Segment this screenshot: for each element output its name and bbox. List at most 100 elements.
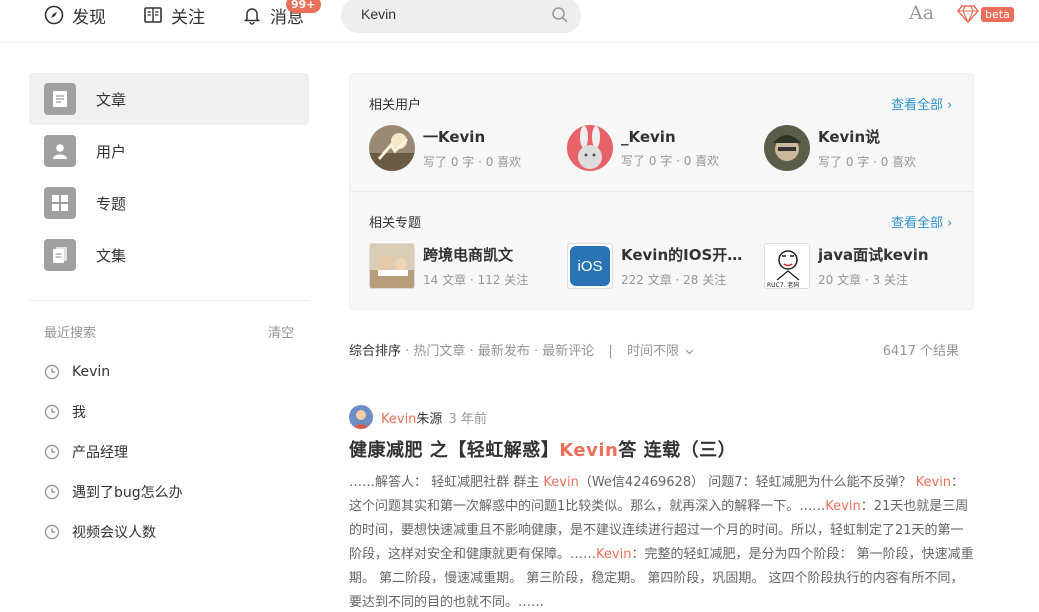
article-author-line: Kevin朱源 3 年前: [349, 405, 974, 429]
clock-icon: [44, 404, 60, 420]
related-user-name: _Kevin: [621, 127, 676, 146]
chevron-down-icon: [685, 349, 694, 355]
related-users-view-all-link[interactable]: 查看全部 ›: [891, 94, 952, 113]
topic-cover: [369, 243, 415, 289]
related-user-card[interactable]: _Kevin 写了 0 字 · 0 喜欢: [567, 124, 757, 172]
abstract-text: ……解答人： 轻虹减肥社群 群主: [349, 475, 544, 490]
search-input[interactable]: [361, 6, 541, 22]
clock-icon: [44, 524, 60, 540]
topic-cover: iOS: [567, 243, 613, 289]
nav-messages[interactable]: 消息 99+: [242, 0, 321, 30]
nav-follow[interactable]: 关注: [143, 0, 205, 30]
related-topics-title: 相关专题: [369, 216, 422, 231]
beta-badge: beta: [981, 6, 1014, 22]
recent-search-text: Kevin: [72, 364, 111, 380]
sort-separator: |: [608, 344, 613, 359]
topic-cover-caption: RUC7. 老码: [767, 282, 800, 289]
sort-bar: 综合排序 · 热门文章 · 最新发布 · 最新评论 | 时间不限 6417 个结…: [349, 340, 959, 359]
menu-item-articles[interactable]: 文章: [29, 73, 309, 125]
bell-icon: [243, 8, 261, 25]
result-count: 6417 个结果: [882, 344, 959, 359]
menu-item-label: 专题: [96, 194, 127, 213]
related-users-section: 相关用户 查看全部 › 一Kevin 写了 0 字 · 0 喜欢 _Kevin …: [350, 74, 973, 192]
clock-icon: [44, 444, 60, 460]
keyword-highlight: Kevin: [825, 499, 861, 514]
recent-search-title: 最近搜索: [44, 326, 97, 341]
related-user-name: Kevin说: [818, 128, 881, 146]
recent-search-list: Kevin 我 产品经理 遇到了bug怎么办 视频会议人数: [44, 352, 294, 552]
recent-search-text: 视频会议人数: [72, 525, 156, 541]
recent-search-header: 最近搜索 清空: [44, 322, 294, 341]
book-icon: [144, 7, 162, 23]
recent-search-item[interactable]: Kevin: [44, 352, 294, 392]
abstract-text: （We信42469628） 问题7：轻虹减肥为什么能不反弹？: [578, 475, 916, 490]
related-topic-meta: 20 文章 · 3 关注: [818, 273, 908, 287]
search-icon[interactable]: [551, 6, 569, 24]
related-users-title: 相关用户: [369, 98, 422, 113]
related-topics-view-all-link[interactable]: 查看全部 ›: [891, 212, 952, 231]
nav-follow-label: 关注: [171, 7, 205, 28]
related-topic-card[interactable]: 跨境电商凯文 14 文章 · 112 关注: [369, 242, 559, 290]
notebooks-icon: [44, 239, 76, 271]
recent-search-item[interactable]: 我: [44, 392, 294, 432]
article-title[interactable]: 健康减肥 之【轻虹解惑】Kevin答 连载（三）: [349, 439, 974, 463]
recent-search-text: 产品经理: [72, 445, 128, 461]
related-topic-meta: 222 文章 · 28 关注: [621, 273, 727, 287]
related-user-card[interactable]: 一Kevin 写了 0 字 · 0 喜欢: [369, 124, 559, 172]
top-navbar: 发现 关注 消息 99+ Aa beta: [0, 0, 1039, 43]
related-topic-card[interactable]: iOS Kevin的IOS开发... 222 文章 · 28 关注: [567, 242, 757, 290]
keyword-highlight: Kevin: [915, 475, 952, 490]
clock-icon: [44, 484, 60, 500]
related-topic-name: 跨境电商凯文: [423, 246, 514, 264]
grid-icon: [44, 187, 76, 219]
avatar: [369, 125, 415, 171]
menu-item-collections[interactable]: 文集: [29, 229, 309, 281]
related-user-name: 一Kevin: [423, 128, 486, 146]
time-filter-dropdown[interactable]: 时间不限: [627, 344, 694, 359]
related-user-meta: 写了 0 字 · 0 喜欢: [818, 155, 917, 169]
avatar: [567, 125, 613, 171]
menu-item-label: 文集: [96, 246, 127, 265]
related-topic-card[interactable]: RUC7. 老码 java面试kevin 20 文章 · 3 关注: [764, 242, 954, 290]
related-topics-section: 相关专题 查看全部 › 跨境电商凯文 14 文章 · 112 关注 iOS Ke…: [350, 192, 973, 310]
article-time: 3 年前: [448, 411, 487, 427]
related-user-meta: 写了 0 字 · 0 喜欢: [621, 153, 720, 168]
topic-cover: RUC7. 老码: [764, 243, 810, 289]
avatar: [764, 125, 810, 171]
menu-item-users[interactable]: 用户: [29, 125, 309, 177]
related-topic-name: Kevin的IOS开发...: [621, 246, 751, 264]
sort-option-hot[interactable]: 热门文章: [413, 344, 465, 359]
menu-item-label: 用户: [96, 142, 127, 161]
related-topic-meta: 14 文章 · 112 关注: [423, 273, 529, 287]
menu-item-topics[interactable]: 专题: [29, 177, 309, 229]
time-filter-label: 时间不限: [626, 344, 679, 359]
avatar[interactable]: [349, 405, 373, 429]
clear-recent-button[interactable]: 清空: [268, 322, 294, 341]
article-author-name[interactable]: Kevin朱源: [381, 408, 442, 427]
search-type-menu: 文章 用户 专题 文集: [29, 73, 309, 281]
sort-dot: ·: [469, 344, 478, 359]
related-panel: 相关用户 查看全部 › 一Kevin 写了 0 字 · 0 喜欢 _Kevin …: [349, 73, 974, 310]
user-icon: [44, 135, 76, 167]
related-topic-name: java面试kevin: [818, 246, 929, 264]
recent-search-item[interactable]: 遇到了bug怎么办: [44, 472, 294, 512]
message-count-badge: 99+: [286, 0, 321, 13]
related-user-meta: 写了 0 字 · 0 喜欢: [423, 155, 522, 169]
ios-logo: iOS: [570, 246, 610, 286]
sidebar-divider: [29, 300, 309, 301]
search-box: [341, 0, 581, 33]
nav-discover[interactable]: 发现: [44, 0, 106, 30]
beta-logo[interactable]: beta: [957, 4, 1014, 24]
sort-option-latest-comment[interactable]: 最新评论: [542, 344, 594, 359]
recent-search-item[interactable]: 视频会议人数: [44, 512, 294, 552]
keyword-highlight: Kevin: [596, 547, 632, 562]
document-icon: [44, 83, 76, 115]
keyword-highlight: Kevin: [543, 475, 579, 490]
nav-discover-label: 发现: [72, 7, 106, 28]
related-user-card[interactable]: Kevin说 写了 0 字 · 0 喜欢: [764, 124, 954, 172]
sort-option-comprehensive[interactable]: 综合排序: [349, 344, 401, 359]
font-settings-icon[interactable]: Aa: [909, 2, 934, 24]
recent-search-item[interactable]: 产品经理: [44, 432, 294, 472]
clock-icon: [44, 364, 60, 380]
sort-option-newest[interactable]: 最新发布: [478, 344, 530, 359]
